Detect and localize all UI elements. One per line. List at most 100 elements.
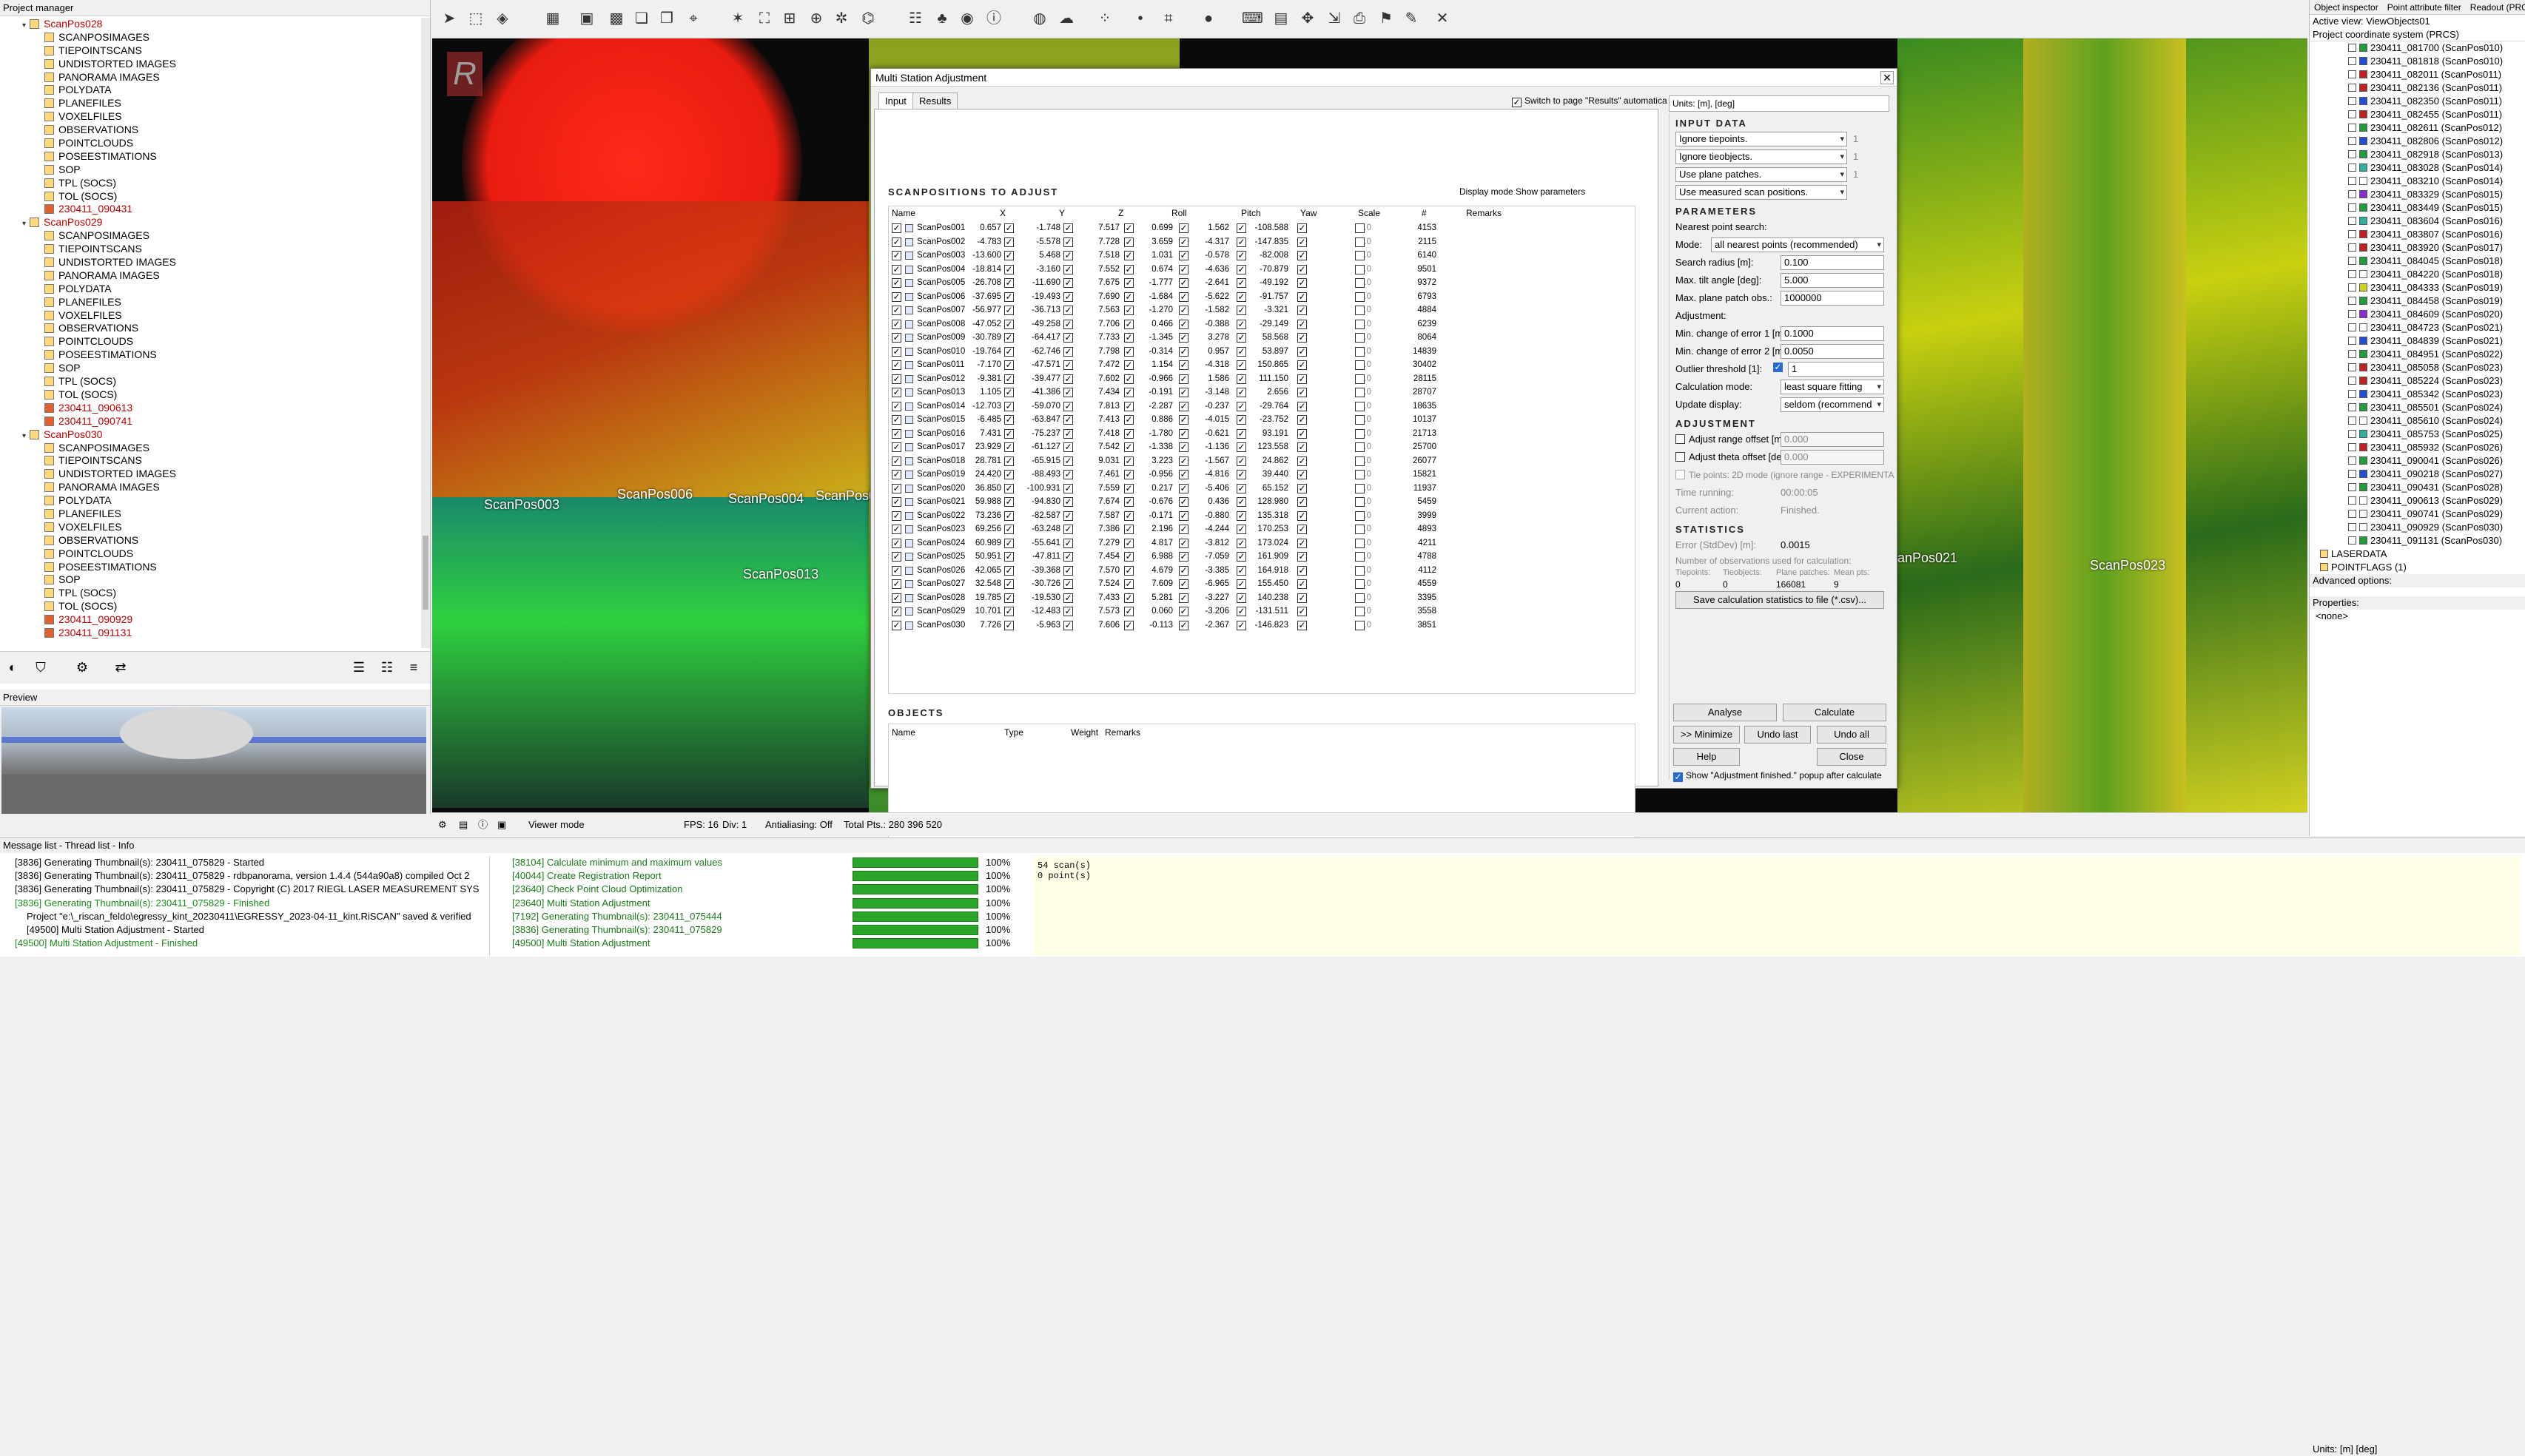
row-checkbox[interactable]: ✓ <box>892 593 901 603</box>
ignore-tieobjects-select[interactable]: Ignore tieobjects. <box>1675 149 1847 164</box>
bug-icon[interactable]: ✲ <box>832 9 851 28</box>
max-tilt-input[interactable]: 5.000 <box>1781 273 1884 288</box>
param-checkbox[interactable]: ✓ <box>1297 264 1307 274</box>
table-row[interactable]: ✓ ScanPos005 -26.708 -11.690 7.675 -1.777 -2.6… <box>889 276 1635 290</box>
inspector-item[interactable]: 230411_085610 (ScanPos024) <box>2310 414 2525 428</box>
table-row[interactable]: ✓ ScanPos006 -37.695 -19.493 7.690 -1.684 -5.6… <box>889 290 1635 304</box>
param-checkbox[interactable]: ✓ <box>1124 593 1134 603</box>
param-checkbox[interactable] <box>1355 428 1365 439</box>
param-checkbox[interactable]: ✓ <box>1237 497 1246 507</box>
param-checkbox[interactable]: ✓ <box>1179 415 1188 425</box>
param-checkbox[interactable]: ✓ <box>1063 552 1073 562</box>
tree-item[interactable]: UNDISTORTED IMAGES <box>0 468 422 481</box>
tree-item[interactable]: PANORAMA IMAGES <box>0 269 422 283</box>
row-checkbox[interactable]: ✓ <box>892 388 901 397</box>
ignore-tiepoints-select[interactable]: Ignore tiepoints. <box>1675 132 1847 146</box>
tree-item[interactable]: POLYDATA <box>0 84 422 97</box>
checkbox-icon[interactable] <box>2348 417 2356 425</box>
param-checkbox[interactable]: ✓ <box>1297 483 1307 493</box>
param-checkbox[interactable]: ✓ <box>1237 415 1246 425</box>
param-checkbox[interactable]: ✓ <box>1124 388 1134 397</box>
param-checkbox[interactable]: ✓ <box>1237 374 1246 384</box>
inspector-item[interactable]: 230411_082136 (ScanPos011) <box>2310 81 2525 95</box>
display-mode[interactable]: Display mode Show parameters <box>1459 186 1585 197</box>
param-checkbox[interactable]: ✓ <box>1179 374 1188 384</box>
tree-item[interactable]: TPL (SOCS) <box>0 587 422 600</box>
param-checkbox[interactable] <box>1355 593 1365 603</box>
param-checkbox[interactable]: ✓ <box>1297 456 1307 466</box>
param-checkbox[interactable]: ✓ <box>1124 538 1134 548</box>
param-checkbox[interactable]: ✓ <box>1237 593 1246 603</box>
param-checkbox[interactable]: ✓ <box>1063 223 1073 233</box>
tree-item[interactable]: SOP <box>0 573 422 587</box>
param-checkbox[interactable]: ✓ <box>1124 319 1134 329</box>
row-checkbox[interactable]: ✓ <box>892 306 901 315</box>
param-checkbox[interactable]: ✓ <box>1063 593 1073 603</box>
point-icon[interactable]: • <box>1131 9 1150 28</box>
row-checkbox[interactable]: ✓ <box>892 442 901 452</box>
checkbox-icon[interactable] <box>2348 456 2356 465</box>
compact-view-icon[interactable]: ≡ <box>406 659 422 675</box>
min-err1-input[interactable]: 0.1000 <box>1781 326 1884 341</box>
arrows-icon[interactable]: ⇄ <box>112 659 129 675</box>
param-checkbox[interactable]: ✓ <box>1004 388 1014 397</box>
detail-view-icon[interactable]: ☷ <box>379 659 395 675</box>
param-checkbox[interactable]: ✓ <box>1179 237 1188 247</box>
table-row[interactable]: ✓ ScanPos004 -18.814 -3.160 7.552 0.674 -4.636… <box>889 263 1635 277</box>
inspector-item[interactable]: 230411_082918 (ScanPos013) <box>2310 148 2525 161</box>
checkbox-icon[interactable] <box>2348 124 2356 132</box>
search-radius-input[interactable]: 0.100 <box>1781 255 1884 270</box>
row-checkbox[interactable]: ✓ <box>892 346 901 357</box>
param-checkbox[interactable]: ✓ <box>1004 552 1014 562</box>
checkbox-icon[interactable] <box>2348 430 2356 438</box>
param-checkbox[interactable]: ✓ <box>1237 237 1246 247</box>
inspector-item[interactable]: 230411_090929 (ScanPos030) <box>2310 521 2525 534</box>
param-checkbox[interactable]: ✓ <box>1237 620 1246 630</box>
tab-point-attribute-filter[interactable]: Point attribute filter <box>2387 2 2461 13</box>
row-checkbox[interactable]: ✓ <box>892 497 901 507</box>
param-checkbox[interactable]: ✓ <box>1124 237 1134 247</box>
param-checkbox[interactable]: ✓ <box>1179 497 1188 507</box>
checkbox-icon[interactable] <box>2348 177 2356 185</box>
param-checkbox[interactable]: ✓ <box>1179 428 1188 439</box>
inspector-item[interactable]: 230411_081700 (ScanPos010) <box>2310 41 2525 55</box>
inspector-item[interactable]: 230411_084609 (ScanPos020) <box>2310 308 2525 321</box>
checkbox-icon[interactable] <box>2348 44 2356 52</box>
row-checkbox[interactable]: ✓ <box>892 264 901 274</box>
param-checkbox[interactable] <box>1355 360 1365 370</box>
param-checkbox[interactable]: ✓ <box>1063 579 1073 589</box>
checkbox-icon[interactable] <box>2348 164 2356 172</box>
inspector-item[interactable]: 230411_085342 (ScanPos023) <box>2310 388 2525 401</box>
layers-icon[interactable]: ❏ <box>632 9 651 28</box>
param-checkbox[interactable] <box>1355 456 1365 466</box>
table-row[interactable]: ✓ ScanPos027 32.548 -30.726 7.524 7.609 -6.965… <box>889 577 1635 591</box>
param-checkbox[interactable]: ✓ <box>1237 251 1246 260</box>
inspector-item[interactable]: 230411_085932 (ScanPos026) <box>2310 441 2525 454</box>
inspector-item[interactable]: 230411_091131 (ScanPos030) <box>2310 534 2525 547</box>
table-row[interactable]: ✓ ScanPos030 7.726 -5.963 7.606 -0.113 -2.367 -… <box>889 619 1635 633</box>
checkbox-icon[interactable] <box>2348 243 2356 252</box>
param-checkbox[interactable] <box>1355 264 1365 274</box>
param-checkbox[interactable]: ✓ <box>1063 525 1073 534</box>
inspector-item[interactable]: 230411_082455 (ScanPos011) <box>2310 108 2525 121</box>
tree-item[interactable]: 230411_090929 <box>0 613 422 627</box>
use-plane-patches-select[interactable]: Use plane patches. <box>1675 167 1847 182</box>
param-checkbox[interactable]: ✓ <box>1124 620 1134 630</box>
param-checkbox[interactable]: ✓ <box>1004 223 1014 233</box>
tree-item[interactable]: TPL (SOCS) <box>0 375 422 388</box>
table-row[interactable]: ✓ ScanPos012 -9.381 -39.477 7.602 -0.966 1.586… <box>889 372 1635 386</box>
param-checkbox[interactable] <box>1355 306 1365 315</box>
checkbox-icon[interactable] <box>2348 510 2356 518</box>
table-row[interactable]: ✓ ScanPos014 -12.703 -59.070 7.813 -2.287 -0.2… <box>889 400 1635 414</box>
param-checkbox[interactable]: ✓ <box>1297 415 1307 425</box>
row-checkbox[interactable]: ✓ <box>892 333 901 343</box>
param-checkbox[interactable]: ✓ <box>1004 346 1014 357</box>
star-icon[interactable]: ✶ <box>728 9 747 28</box>
checkbox-icon[interactable] <box>2348 470 2356 478</box>
param-checkbox[interactable]: ✓ <box>1237 607 1246 616</box>
table-row[interactable]: ✓ ScanPos020 36.850 -100.931 7.559 0.217 -5.40… <box>889 482 1635 496</box>
filter-icon[interactable]: ⛉ <box>33 659 49 675</box>
param-checkbox[interactable]: ✓ <box>1237 346 1246 357</box>
checkbox-icon[interactable] <box>2348 443 2356 451</box>
table-row[interactable]: ✓ ScanPos008 -47.052 -49.258 7.706 0.466 -0.38… <box>889 317 1635 331</box>
